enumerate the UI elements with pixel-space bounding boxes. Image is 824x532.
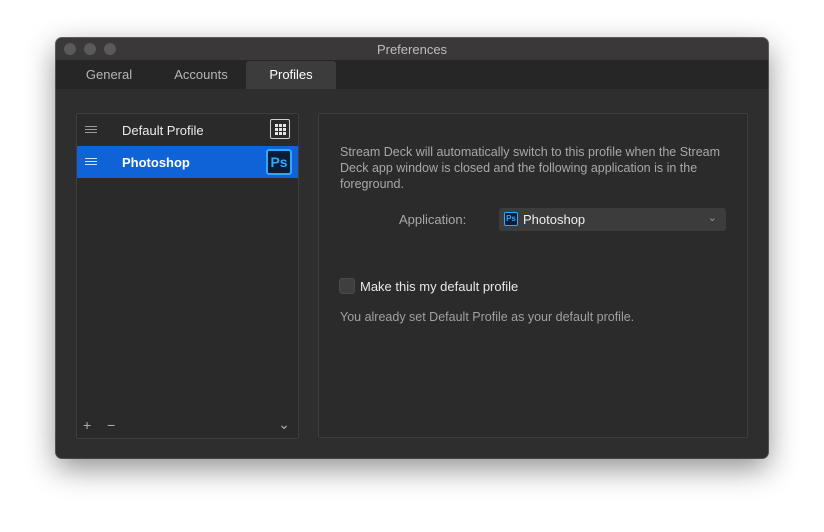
photoshop-icon: Ps	[504, 212, 518, 226]
grid-icon	[270, 119, 290, 139]
tab-accounts[interactable]: Accounts	[160, 61, 242, 89]
chevron-down-icon: ⌄	[707, 212, 717, 224]
profile-name: Default Profile	[122, 123, 204, 138]
add-profile-button[interactable]: +	[83, 417, 91, 433]
drag-handle-icon[interactable]	[85, 158, 97, 166]
window-title: Preferences	[376, 42, 448, 57]
profile-name: Photoshop	[122, 155, 190, 170]
remove-profile-button[interactable]: −	[107, 417, 115, 433]
profile-item-photoshop[interactable]: Photoshop Ps	[77, 146, 298, 178]
auto-switch-description: Stream Deck will automatically switch to…	[340, 145, 721, 191]
default-profile-note: You already set Default Profile as your …	[340, 310, 635, 324]
profile-item-default[interactable]: Default Profile	[77, 114, 298, 146]
preferences-window: Preferences General Accounts Profiles De…	[56, 38, 768, 458]
profile-list-footer: + − ⌄	[77, 414, 298, 438]
tab-profiles[interactable]: Profiles	[246, 61, 336, 89]
tab-bar: General Accounts Profiles	[56, 61, 768, 89]
photoshop-icon: Ps	[266, 149, 292, 175]
profile-list: Default Profile Photoshop Ps + − ⌄	[76, 113, 299, 439]
chevron-down-icon[interactable]: ⌄	[278, 416, 290, 433]
application-select[interactable]: Ps Photoshop ⌄	[499, 208, 726, 231]
profile-details: Stream Deck will automatically switch to…	[318, 113, 748, 438]
default-profile-checkbox[interactable]	[339, 278, 355, 294]
profiles-pane: Default Profile Photoshop Ps + − ⌄ Strea…	[56, 89, 768, 458]
tab-general[interactable]: General	[70, 61, 148, 89]
default-profile-checkbox-label[interactable]: Make this my default profile	[360, 279, 518, 294]
application-label: Application:	[399, 212, 467, 227]
drag-handle-icon[interactable]	[85, 126, 97, 134]
application-select-value: Photoshop	[523, 212, 586, 227]
title-bar: Preferences	[56, 38, 768, 61]
